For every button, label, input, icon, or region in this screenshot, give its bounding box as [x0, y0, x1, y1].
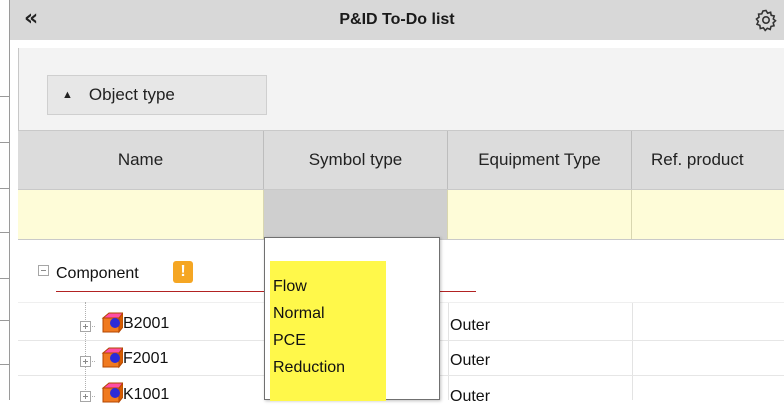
equipment-type-filter-cell[interactable]	[448, 190, 632, 239]
caret-up-icon: ▲	[62, 89, 73, 101]
name-filter-cell[interactable]	[18, 190, 264, 239]
row-name[interactable]: B2001	[123, 315, 169, 333]
column-header-name[interactable]: Name	[18, 131, 264, 189]
dropdown-option-normal[interactable]: Normal	[273, 305, 325, 323]
row-name[interactable]: F2001	[123, 350, 168, 368]
collapse-icon[interactable]: «	[24, 4, 54, 34]
row-equipment-type: Outer	[450, 317, 491, 334]
equipment-cube-icon	[101, 312, 123, 334]
equipment-cube-icon	[101, 382, 123, 404]
symbol-type-filter-cell[interactable]	[264, 190, 448, 239]
component-group-label[interactable]: Component	[56, 265, 139, 283]
column-header-symbol-type[interactable]: Symbol type	[264, 131, 448, 189]
row-expander-icon[interactable]	[80, 321, 91, 332]
component-group-expander-icon[interactable]	[38, 265, 49, 276]
dropdown-option-flow[interactable]: Flow	[273, 278, 307, 296]
group-button-label: Object type	[88, 85, 175, 104]
column-header-equipment-type[interactable]: Equipment Type	[448, 131, 632, 189]
warning-icon: !	[173, 261, 193, 283]
row-expander-icon[interactable]	[80, 391, 91, 402]
row-equipment-type: Outer	[450, 352, 491, 369]
gear-icon[interactable]	[754, 8, 778, 32]
ref-product-filter-cell[interactable]	[632, 190, 784, 239]
row-name[interactable]: K1001	[123, 386, 169, 404]
dropdown-option-pce[interactable]: PCE	[273, 332, 306, 350]
panel-title: P&ID To-Do list	[339, 11, 455, 28]
row-equipment-type: Outer	[450, 388, 491, 405]
row-expander-icon[interactable]	[80, 356, 91, 367]
dropdown-options-list: Flow Normal PCE Reduction	[270, 261, 386, 401]
column-header-row: Name Symbol type Equipment Type Ref. pro…	[18, 130, 784, 190]
left-gutter	[0, 0, 10, 400]
dropdown-option-reduction[interactable]: Reduction	[273, 359, 345, 377]
symbol-type-dropdown[interactable]: Flow Normal PCE Reduction	[264, 237, 440, 401]
object-type-group-button[interactable]: ▲ Object type	[47, 75, 267, 115]
equipment-cube-icon	[101, 347, 123, 369]
column-header-ref-product[interactable]: Ref. product	[632, 131, 784, 189]
filter-row	[18, 190, 784, 240]
